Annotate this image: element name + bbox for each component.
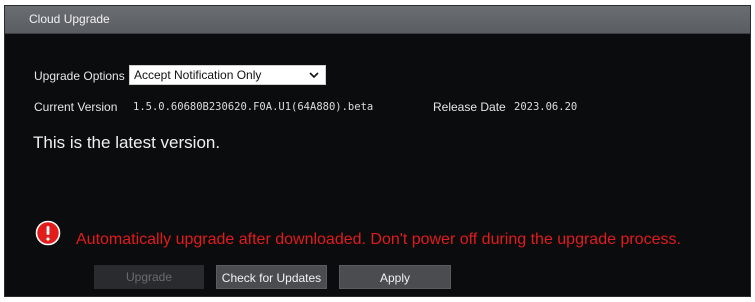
upgrade-options-select[interactable]: Accept Notification Only xyxy=(129,65,326,85)
panel-title: Cloud Upgrade xyxy=(5,6,750,34)
check-for-updates-button[interactable]: Check for Updates xyxy=(216,265,327,289)
upgrade-options-label: Upgrade Options xyxy=(34,69,125,83)
alert-circle-icon xyxy=(35,220,61,246)
cloud-upgrade-panel: Cloud Upgrade Upgrade Options Accept Not… xyxy=(4,5,751,297)
current-version-label: Current Version xyxy=(34,100,118,114)
upgrade-warning-text: Automatically upgrade after downloaded. … xyxy=(76,231,681,248)
apply-button[interactable]: Apply xyxy=(339,265,451,289)
current-version-value: 1.5.0.60680B230620.F0A.U1(64A880).beta xyxy=(133,101,374,113)
release-date-label: Release Date xyxy=(433,100,506,114)
chevron-down-icon xyxy=(309,72,319,79)
upgrade-button[interactable]: Upgrade xyxy=(94,265,204,289)
release-date-value: 2023.06.20 xyxy=(514,101,578,113)
latest-version-message: This is the latest version. xyxy=(33,133,221,152)
upgrade-options-selected-value: Accept Notification Only xyxy=(134,68,262,82)
